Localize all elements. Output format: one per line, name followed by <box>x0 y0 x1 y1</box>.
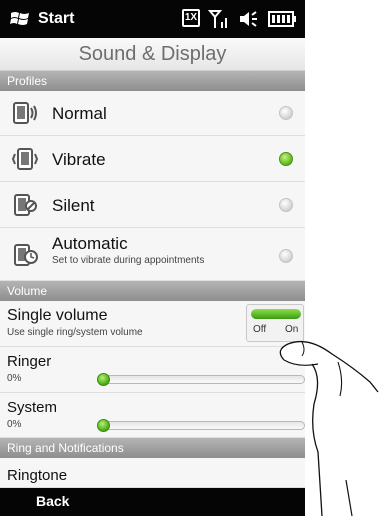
section-header-ring-notifications: Ring and Notifications <box>0 438 305 458</box>
bottom-bar: Back <box>0 488 305 516</box>
radio-vibrate[interactable] <box>279 152 293 166</box>
phone-screen: Start 1X Sound & Display Profiles Normal… <box>0 0 305 516</box>
phone-vibrate-icon <box>11 148 39 170</box>
ringtone-row[interactable]: Ringtone <box>0 458 305 488</box>
ringtone-label: Ringtone <box>7 467 68 484</box>
profile-label-vibrate: Vibrate <box>52 150 106 169</box>
system-label: System <box>7 399 58 416</box>
profile-row-silent[interactable]: Silent <box>0 182 305 228</box>
back-button[interactable]: Back <box>36 493 69 509</box>
toggle-off-label: Off <box>253 324 267 335</box>
single-volume-label: Single volume <box>7 307 108 324</box>
phone-clock-icon <box>14 244 38 266</box>
phone-sound-icon <box>13 102 37 124</box>
status-bar: Start 1X <box>0 0 305 38</box>
page-title: Sound & Display <box>78 43 227 65</box>
ringer-label: Ringer <box>7 353 52 370</box>
system-value: 0% <box>7 419 22 430</box>
phone-silent-icon <box>14 194 37 216</box>
profile-row-normal[interactable]: Normal <box>0 91 305 136</box>
hand-pointer-illustration <box>279 340 379 516</box>
profile-row-vibrate[interactable]: Vibrate <box>0 136 305 182</box>
start-label[interactable]: Start <box>38 10 74 28</box>
radio-automatic[interactable] <box>279 249 293 263</box>
system-row: System 0% <box>0 393 305 438</box>
profile-row-automatic[interactable]: Automatic Set to vibrate during appointm… <box>0 228 305 281</box>
profile-subtitle-automatic: Set to vibrate during appointments <box>52 255 205 266</box>
single-volume-subtitle: Use single ring/system volume <box>7 327 143 338</box>
battery-icon <box>268 11 296 27</box>
speaker-icon <box>240 11 257 27</box>
profile-label-normal: Normal <box>52 104 107 123</box>
ringer-value: 0% <box>7 373 22 384</box>
toggle-fill <box>251 309 301 319</box>
section-header-volume: Volume <box>0 281 305 301</box>
radio-silent[interactable] <box>279 198 293 212</box>
system-slider-knob[interactable] <box>97 419 110 432</box>
windows-flag-icon[interactable] <box>10 10 30 28</box>
ringer-row: Ringer 0% <box>0 347 305 393</box>
network-1x-icon: 1X <box>182 9 200 27</box>
signal-strength-icon <box>208 10 227 28</box>
section-header-profiles: Profiles <box>0 71 305 91</box>
ringer-slider-knob[interactable] <box>97 373 110 386</box>
title-bar: Sound & Display <box>0 38 305 71</box>
radio-normal[interactable] <box>279 106 293 120</box>
profile-label-silent: Silent <box>52 196 95 215</box>
profile-label-automatic: Automatic <box>52 234 128 253</box>
